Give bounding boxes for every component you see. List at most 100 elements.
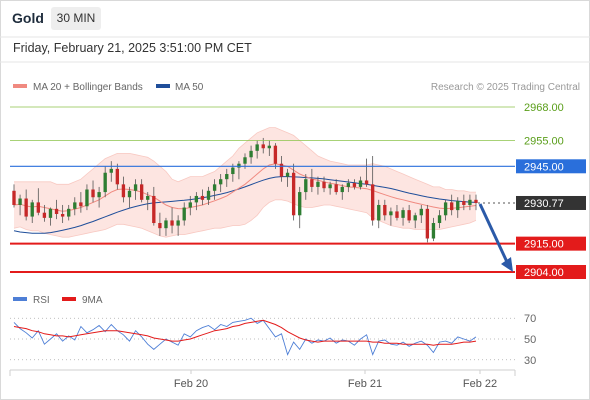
candle-body-37 (237, 163, 241, 168)
rsi-tick-label-30: 30 (524, 355, 536, 367)
candle-body-6 (48, 208, 53, 218)
candle-body-1 (18, 198, 22, 205)
x-tick-label-2: Feb 22 (463, 378, 497, 390)
candle-body-40 (255, 144, 259, 151)
level-label-3: 2930.77 (524, 198, 564, 210)
ma9-legend-swatch (62, 297, 76, 301)
candle-body-71 (443, 202, 448, 216)
candle-body-24 (158, 223, 162, 229)
rsi-tick-label-70: 70 (524, 313, 536, 325)
candle-body-58 (364, 180, 369, 185)
x-tick-label-1: Feb 21 (348, 378, 382, 390)
candle-body-42 (267, 145, 271, 149)
candle-body-18 (121, 184, 126, 198)
candle-body-57 (358, 180, 363, 187)
rsi-legend-swatch (13, 297, 27, 301)
candle-body-10 (73, 202, 77, 209)
candle-body-15 (103, 172, 107, 193)
candle-body-31 (200, 195, 205, 200)
candle-body-33 (212, 184, 217, 191)
chart-canvas: MA 20 + Bollinger Bands MA 50 Research ©… (0, 36, 590, 390)
candle-body-32 (206, 190, 211, 200)
level-label-4: 2915.00 (524, 239, 564, 251)
candle-body-76 (474, 199, 478, 203)
candle-body-59 (370, 184, 375, 221)
candle-body-49 (310, 179, 314, 187)
level-label-5: 2904.00 (524, 267, 564, 279)
ma20-legend-label: MA 20 + Bollinger Bands (33, 82, 143, 93)
candle-body-23 (152, 195, 156, 224)
candle-body-36 (231, 167, 235, 175)
candle-body-64 (401, 210, 405, 218)
candle-body-62 (389, 211, 393, 216)
rsi-series-1 (13, 319, 477, 346)
candle-body-52 (328, 184, 332, 189)
candle-body-44 (279, 163, 284, 177)
candle-body-54 (340, 186, 344, 193)
ma50-legend-swatch (156, 84, 170, 88)
candle-body-27 (176, 220, 180, 226)
candle-body-39 (249, 150, 253, 158)
candle-body-68 (425, 208, 430, 239)
candle-body-66 (413, 215, 417, 221)
candle-body-61 (383, 204, 387, 216)
candle-body-19 (127, 190, 132, 198)
candle-body-21 (139, 184, 144, 200)
candle-body-48 (304, 179, 308, 193)
candle-body-16 (109, 168, 113, 173)
candle-body-41 (261, 144, 265, 149)
ma20-legend-swatch (13, 84, 27, 88)
candle-body-22 (146, 195, 150, 200)
price-panel (12, 127, 478, 243)
rsi-legend-label: RSI (33, 295, 50, 306)
candle-body-35 (225, 174, 229, 180)
ma50-legend-label: MA 50 (175, 82, 204, 93)
candle-body-8 (60, 213, 65, 217)
candle-body-65 (407, 210, 411, 221)
research-credit: Research © 2025 Trading Central (431, 82, 580, 93)
candle-body-56 (352, 183, 357, 187)
candle-body-25 (164, 220, 168, 229)
rsi-tick-label-50: 50 (524, 334, 536, 346)
rsi-panel: 70 50 30 (10, 313, 536, 367)
candle-body-20 (133, 184, 138, 191)
candle-body-30 (194, 195, 199, 203)
candle-body-45 (285, 172, 290, 177)
candle-body-74 (462, 201, 466, 205)
candle-body-12 (85, 189, 89, 207)
candle-body-11 (79, 202, 83, 207)
candle-body-46 (291, 172, 296, 216)
candle-body-13 (91, 189, 95, 198)
level-label-1: 2955.00 (524, 136, 564, 148)
x-tick-label-0: Feb 20 (174, 378, 208, 390)
level-label-0: 2968.00 (524, 102, 564, 114)
candle-body-69 (431, 223, 436, 239)
candle-body-0 (12, 190, 16, 205)
candle-body-7 (54, 208, 59, 214)
candle-body-5 (42, 212, 47, 218)
candle-body-75 (468, 199, 472, 205)
candle-body-51 (322, 181, 326, 189)
candle-body-26 (170, 220, 174, 226)
candle-body-73 (456, 201, 460, 211)
candle-body-34 (219, 179, 223, 185)
candle-body-9 (67, 208, 71, 217)
candle-body-28 (182, 207, 186, 221)
candle-body-17 (115, 168, 120, 185)
candle-body-53 (334, 184, 338, 193)
forecast-arrow-shaft (478, 203, 509, 263)
candle-body-63 (395, 211, 399, 218)
candle-body-70 (437, 215, 442, 224)
candle-body-47 (298, 192, 302, 216)
candle-body-3 (30, 202, 34, 217)
x-axis: Feb 20 Feb 21 Feb 22 (174, 370, 497, 390)
candle-body-43 (273, 145, 278, 164)
candle-body-72 (450, 202, 454, 211)
candle-body-50 (316, 181, 320, 187)
bollinger-band-area (14, 127, 476, 238)
candle-body-55 (346, 183, 351, 187)
candle-body-14 (97, 192, 101, 198)
candle-body-29 (188, 202, 192, 208)
ma9-legend-label: 9MA (82, 295, 103, 306)
candle-body-38 (243, 157, 247, 164)
